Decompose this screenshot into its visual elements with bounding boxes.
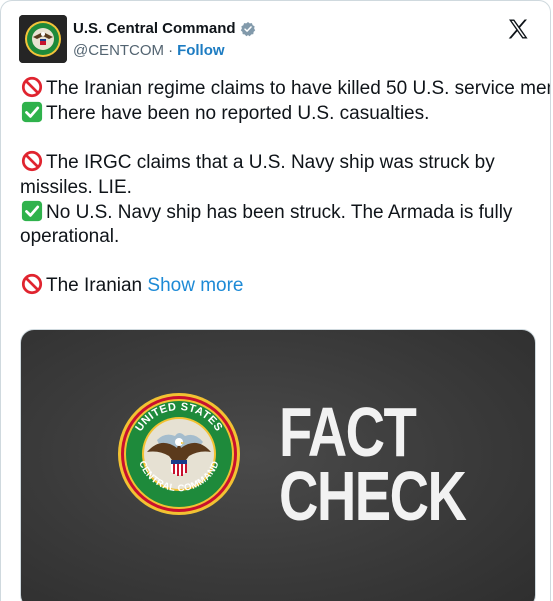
tweet-card: U.S. Central Command @CENTCOM · Follow T… bbox=[0, 0, 551, 601]
centcom-seal-icon: UNITED STATES CENTRAL COMMAND bbox=[118, 393, 240, 515]
tweet-body: The Iranian regime claims to have killed… bbox=[20, 76, 550, 298]
tweet-line: The Iranian regime claims to have killed… bbox=[20, 76, 550, 101]
tweet-text-segment: The IRGC claims that a U.S. Navy ship wa… bbox=[20, 152, 495, 198]
tweet-media-image[interactable]: UNITED STATES CENTRAL COMMAND FACT CHECK bbox=[20, 329, 536, 601]
tweet-text-segment: The Iranian regime claims to have killed… bbox=[46, 78, 550, 99]
tweet-line: No U.S. Navy ship has been struck. The A… bbox=[20, 200, 535, 249]
follow-button[interactable]: Follow bbox=[177, 42, 225, 59]
prohibited-icon bbox=[21, 76, 43, 98]
tweet-line: There have been no reported U.S. casualt… bbox=[20, 101, 535, 126]
tweet-text-segment: No U.S. Navy ship has been struck. The A… bbox=[20, 201, 513, 248]
fact-check-headline: FACT CHECK bbox=[279, 393, 467, 535]
account-handle-row: @CENTCOM · Follow bbox=[73, 42, 225, 59]
prohibited-icon bbox=[21, 151, 43, 172]
account-avatar[interactable] bbox=[19, 15, 67, 63]
tweet-header: U.S. Central Command @CENTCOM · Follow bbox=[19, 15, 536, 65]
centcom-seal-avatar-icon bbox=[19, 15, 67, 63]
headline-line-2: CHECK bbox=[279, 457, 467, 535]
tweet-line: The Iranian Show more bbox=[20, 273, 535, 298]
account-name[interactable]: U.S. Central Command bbox=[73, 20, 236, 37]
separator-dot: · bbox=[168, 42, 174, 59]
prohibited-icon bbox=[21, 274, 43, 295]
show-more-link[interactable]: Show more bbox=[147, 275, 243, 296]
tweet-line: The IRGC claims that a U.S. Navy ship wa… bbox=[20, 150, 535, 199]
account-name-row: U.S. Central Command bbox=[73, 20, 256, 37]
check-mark-icon bbox=[21, 102, 43, 123]
tweet-text-segment: There have been no reported U.S. casualt… bbox=[46, 103, 430, 125]
check-mark-icon bbox=[21, 200, 43, 221]
x-logo-icon[interactable] bbox=[506, 17, 530, 41]
headline-line-1: FACT bbox=[279, 393, 417, 471]
tweet-text-segment: The Iranian bbox=[46, 275, 143, 297]
verified-badge-icon bbox=[240, 21, 255, 36]
account-handle[interactable]: @CENTCOM bbox=[73, 42, 164, 59]
